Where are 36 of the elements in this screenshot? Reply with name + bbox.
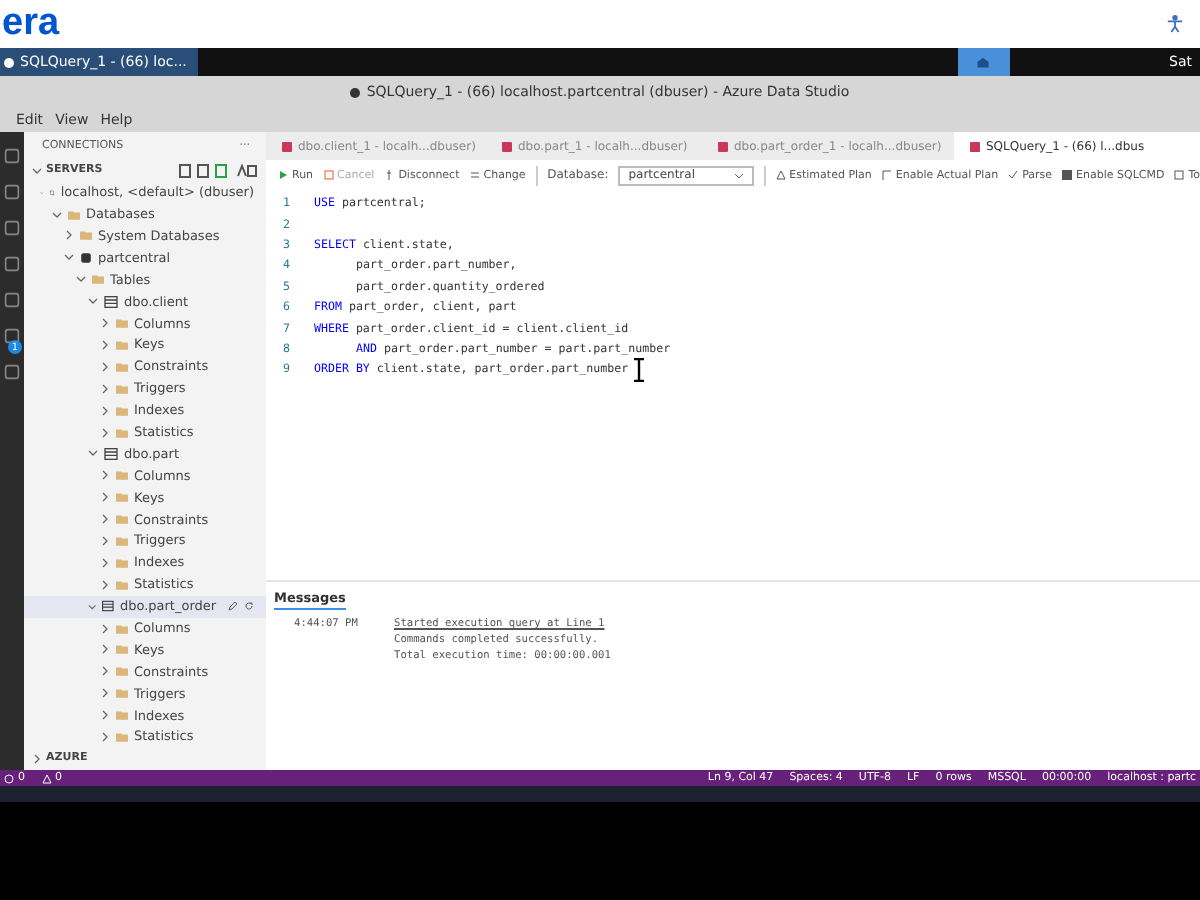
text-cursor-icon — [632, 358, 647, 383]
sqlcmd-icon — [1062, 170, 1073, 180]
plan-icon — [881, 170, 892, 180]
table-icon — [102, 600, 114, 613]
plug-icon — [384, 170, 395, 180]
home-icon — [976, 56, 991, 68]
pencil-icon[interactable] — [228, 600, 239, 613]
app-dot-icon — [4, 57, 14, 67]
check-icon — [1008, 170, 1019, 180]
table-file-icon — [282, 141, 292, 151]
chevron-right-icon[interactable] — [64, 230, 74, 241]
refresh-icon[interactable] — [244, 600, 254, 613]
play-icon — [278, 170, 288, 180]
table-icon — [104, 295, 118, 308]
server-icon — [49, 185, 55, 200]
accessibility-icon[interactable] — [1166, 14, 1184, 34]
table-file-icon — [718, 141, 728, 151]
tray-button[interactable] — [957, 48, 1010, 76]
chevron-down-icon[interactable] — [88, 601, 97, 612]
chevron-right-icon[interactable] — [100, 427, 110, 437]
folder-icon — [92, 274, 104, 285]
logo[interactable]: era — [0, 2, 60, 46]
table-file-icon — [970, 141, 980, 151]
table-file-icon — [502, 141, 512, 151]
warning-icon — [41, 773, 51, 783]
chevron-down-icon[interactable] — [88, 448, 98, 459]
error-icon — [4, 773, 14, 783]
database-icon — [80, 251, 92, 264]
toolbar-icons-drawing[interactable] — [178, 163, 258, 178]
chevron-right-icon[interactable] — [32, 753, 42, 764]
chevron-down-icon — [733, 171, 744, 179]
swap-icon — [469, 170, 480, 180]
document-icon — [1174, 170, 1185, 180]
stop-icon — [323, 170, 334, 180]
table-icon — [104, 447, 118, 460]
plan-icon — [775, 170, 786, 180]
